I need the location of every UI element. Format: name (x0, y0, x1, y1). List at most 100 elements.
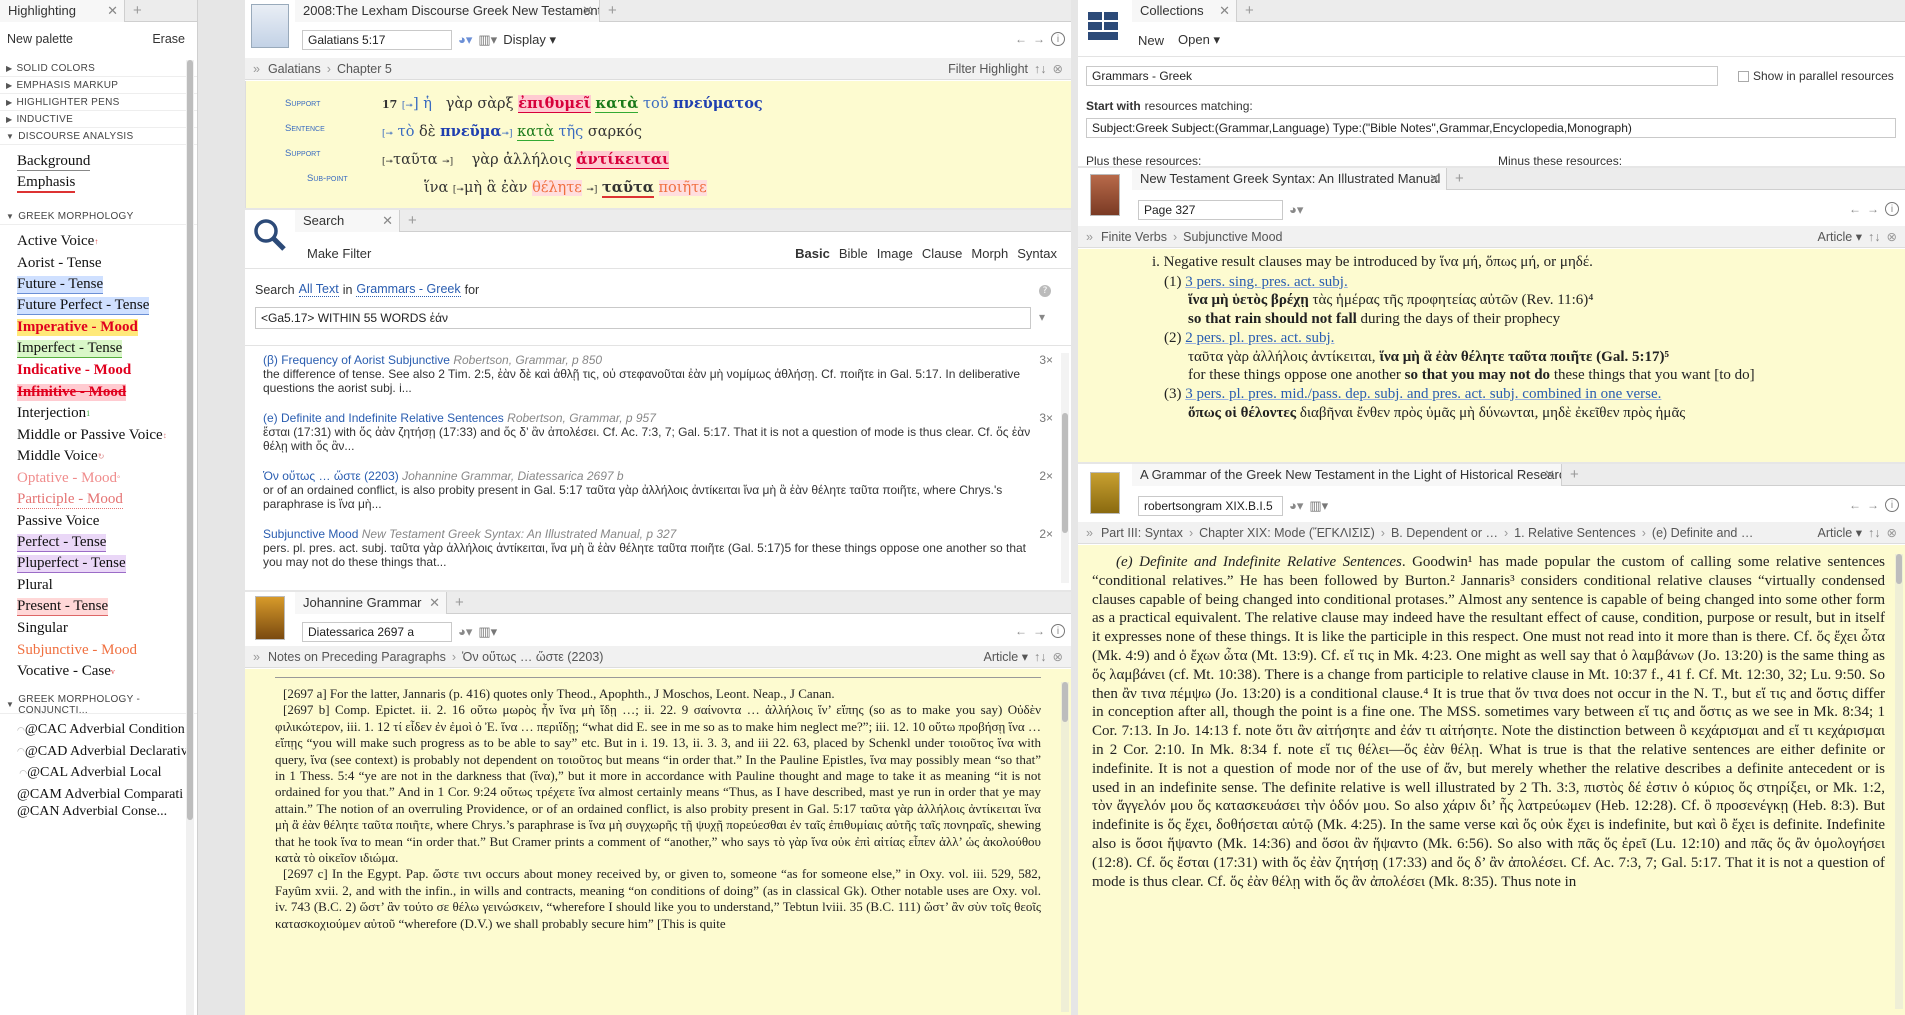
parallel-resources-icon[interactable]: ◕▾ (458, 624, 472, 640)
help-icon[interactable]: ? (1039, 285, 1051, 297)
info-icon[interactable]: i (1885, 202, 1899, 216)
back-icon[interactable]: ← (1015, 32, 1027, 46)
add-tab-icon[interactable]: + (1237, 2, 1262, 19)
style-passive-voice[interactable]: Passive Voice (0, 511, 197, 533)
result-title[interactable]: Ὁν οὕτως … ὥστε (2203) (263, 469, 399, 483)
breadcrumb[interactable]: Subjunctive Mood (1183, 230, 1282, 244)
breadcrumb[interactable]: Part III: Syntax (1101, 526, 1183, 540)
tab-clause[interactable]: Clause (922, 246, 962, 261)
parallel-resources-icon[interactable]: ◕▾ (458, 32, 472, 48)
article-menu[interactable]: Article ▾ (984, 649, 1028, 664)
rule-input[interactable]: Subject:Greek Subject:(Grammar,Language)… (1086, 118, 1896, 138)
close-pane-icon[interactable]: ⊗ (1887, 229, 1897, 244)
filter-highlight-button[interactable]: Filter Highlight (948, 62, 1028, 76)
info-icon[interactable]: i (1885, 498, 1899, 512)
breadcrumb[interactable]: B. Dependent or … (1391, 526, 1498, 540)
add-tab-icon[interactable]: + (1562, 466, 1587, 483)
collection-name-input[interactable]: Grammars - Greek (1086, 66, 1718, 86)
item-heading[interactable]: 3 pers. pl. pres. mid./pass. dep. subj. … (1185, 386, 1661, 402)
tab-lexham[interactable]: 2008:The Lexham Discourse Greek New Test… (295, 0, 600, 22)
result-item[interactable]: (e) Definite and Indefinite Relative Sen… (263, 411, 1053, 453)
section-inductive[interactable]: ▶ INDUCTIVE (0, 111, 197, 128)
scope-all-text[interactable]: All Text (298, 282, 339, 297)
breadcrumb[interactable]: 1. Relative Sentences (1514, 526, 1636, 540)
scrollbar[interactable] (1061, 353, 1069, 583)
forward-icon[interactable]: → (1033, 32, 1045, 46)
section-emphasis-markup[interactable]: ▶ EMPHASIS MARKUP (0, 77, 197, 94)
info-icon[interactable]: i (1051, 32, 1065, 46)
sort-arrows-icon[interactable]: ↑↓ (1868, 230, 1881, 244)
style-cad[interactable]: ◠ @CAD Adverbial Declarative (0, 741, 197, 763)
style-pluperfect-tense[interactable]: Pluperfect - Tense (0, 554, 197, 576)
expand-icon[interactable]: » (1086, 526, 1093, 540)
style-emphasis[interactable]: Emphasis (0, 173, 197, 195)
style-cal[interactable]: ◠ @CAL Adverbial Local (0, 763, 197, 785)
close-icon[interactable]: ✕ (1544, 467, 1555, 483)
expand-icon[interactable]: » (1086, 230, 1093, 244)
breadcrumb[interactable]: Galatians (268, 62, 321, 76)
style-future-perfect-tense[interactable]: Future Perfect - Tense (0, 296, 197, 318)
add-tab-icon[interactable]: + (600, 2, 625, 19)
result-title[interactable]: (β) Frequency of Aorist Subjunctive (263, 353, 450, 367)
reference-input[interactable]: robertsongram XIX.B.I.5 (1138, 496, 1283, 516)
style-imperative-mood[interactable]: Imperative - Mood (0, 317, 197, 339)
style-imperfect-tense[interactable]: Imperfect - Tense (0, 339, 197, 361)
breadcrumb[interactable]: Chapter XIX: Mode (ἜΓΚΛΙΣΙΣ) (1199, 526, 1375, 540)
style-singular[interactable]: Singular (0, 618, 197, 640)
back-icon[interactable]: ← (1849, 498, 1861, 512)
add-tab-icon[interactable]: + (400, 212, 425, 229)
sort-arrows-icon[interactable]: ↑↓ (1034, 650, 1047, 664)
query-dropdown-icon[interactable]: ▾ (1039, 310, 1045, 324)
panel-menu-icon[interactable]: ▥▾ (478, 624, 497, 640)
close-icon[interactable]: ✕ (382, 213, 393, 229)
article-menu[interactable]: Article ▾ (1818, 229, 1862, 244)
result-item[interactable]: (β) Frequency of Aorist Subjunctive Robe… (263, 353, 1053, 395)
panel-menu-icon[interactable]: ▥▾ (478, 32, 497, 48)
style-infinitive-mood[interactable]: Infinitive - Mood (0, 382, 197, 404)
sort-arrows-icon[interactable]: ↑↓ (1868, 526, 1881, 540)
result-title[interactable]: Subjunctive Mood (263, 527, 358, 541)
item-heading[interactable]: 3 pers. sing. pres. act. subj. (1185, 274, 1347, 290)
expand-icon[interactable]: » (253, 62, 260, 76)
scope-collection[interactable]: Grammars - Greek (356, 282, 461, 297)
style-cac[interactable]: ◠ @CAC Adverbial Condition (0, 720, 197, 742)
tab-collections[interactable]: Collections ✕ (1132, 0, 1237, 22)
scrollbar[interactable] (186, 60, 194, 1015)
display-menu[interactable]: Display ▾ (503, 32, 556, 48)
parallel-toggle[interactable]: Show in parallel resources (1738, 69, 1894, 83)
tab-robertson[interactable]: A Grammar of the Greek New Testament in … (1132, 464, 1562, 486)
section-solid-colors[interactable]: ▶ SOLID COLORS (0, 60, 197, 77)
item-heading[interactable]: 2 pers. pl. pres. act. subj. (1185, 330, 1334, 346)
result-title[interactable]: (e) Definite and Indefinite Relative Sen… (263, 411, 504, 425)
section-highlighter-pens[interactable]: ▶ HIGHLIGHTER PENS (0, 94, 197, 111)
page-input[interactable]: Page 327 (1138, 200, 1283, 220)
style-middle-or-passive-voice[interactable]: Middle or Passive Voice ↕ (0, 425, 197, 447)
tab-search[interactable]: Search ✕ (295, 210, 400, 232)
forward-icon[interactable]: → (1033, 624, 1045, 638)
search-query-input[interactable]: <Ga5.17> WITHIN 55 WORDS ἐάν (255, 307, 1031, 329)
style-aorist-tense[interactable]: Aorist - Tense (0, 253, 197, 275)
open-menu[interactable]: Open ▾ (1178, 32, 1220, 48)
reference-input[interactable]: Galatians 5:17 (302, 30, 452, 50)
add-tab-icon[interactable]: + (1447, 170, 1472, 187)
sort-arrows-icon[interactable]: ↑↓ (1034, 62, 1047, 76)
style-indicative-mood[interactable]: Indicative - Mood (0, 360, 197, 382)
panel-menu-icon[interactable]: ▥▾ (1309, 498, 1328, 514)
breadcrumb[interactable]: Notes on Preceding Paragraphs (268, 650, 446, 664)
result-item[interactable]: Ὁν οὕτως … ὥστε (2203) Johannine Grammar… (263, 469, 1053, 511)
close-pane-icon[interactable]: ⊗ (1887, 525, 1897, 540)
result-item[interactable]: Subjunctive Mood New Testament Greek Syn… (263, 527, 1053, 569)
tab-basic[interactable]: Basic (795, 246, 830, 261)
style-participle-mood[interactable]: Participle - Mood (0, 489, 197, 511)
section-greek-morphology-conjunctions[interactable]: ▼ GREEK MORPHOLOGY - CONJUNCTI... (0, 694, 197, 716)
style-subjunctive-mood[interactable]: Subjunctive - Mood (0, 640, 197, 662)
style-active-voice[interactable]: Active Voice ↑ (0, 231, 197, 253)
breadcrumb[interactable]: Ὁν οὕτως … ὥστε (2203) (462, 650, 603, 664)
breadcrumb[interactable]: Finite Verbs (1101, 230, 1167, 244)
tab-syntax[interactable]: Syntax (1017, 246, 1057, 261)
erase-button[interactable]: Erase (152, 32, 185, 46)
new-button[interactable]: New (1138, 33, 1164, 48)
checkbox[interactable] (1738, 70, 1749, 82)
style-vocative-case[interactable]: Vocative - Case v (0, 661, 197, 683)
parallel-resources-icon[interactable]: ◕▾ (1289, 498, 1303, 514)
